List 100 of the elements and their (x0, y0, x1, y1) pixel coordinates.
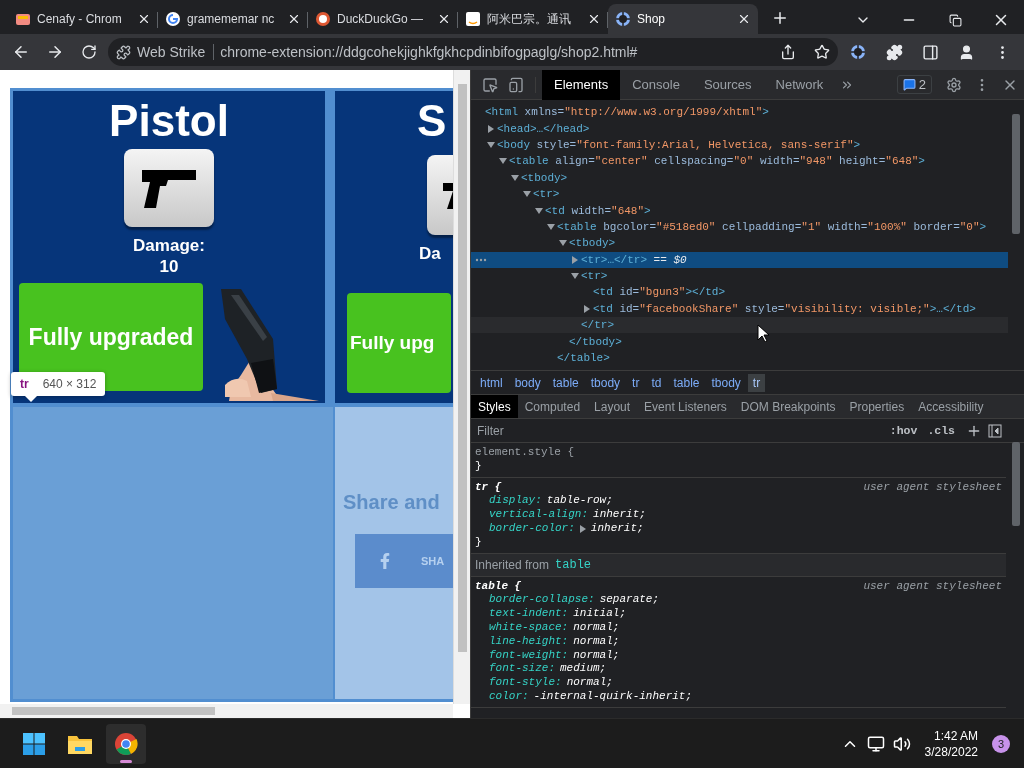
dom-node-code: </tbody> (569, 335, 622, 348)
volume-icon[interactable] (892, 734, 911, 753)
css-value: table-row; (546, 494, 613, 509)
dom-node-row[interactable]: <table align="center" cellspacing="0" width="948" height="648"> (471, 153, 1008, 170)
tab-favicon-icon (465, 11, 481, 27)
devtools-tab[interactable]: Console (620, 70, 692, 100)
inspect-icon[interactable] (482, 76, 498, 93)
expand-arrow-icon[interactable] (535, 206, 543, 215)
breadcrumb[interactable]: table (668, 373, 705, 392)
dom-closing-row[interactable]: </table> (471, 349, 1008, 367)
dom-node-row[interactable]: <td id="bgun3"></td> (471, 284, 1008, 301)
issues-badge[interactable]: 2 (896, 75, 932, 94)
message-icon (902, 78, 916, 91)
sidebar-tab[interactable]: Styles (471, 395, 518, 418)
clock[interactable]: 1:42 AM 3/28/2022 (924, 727, 978, 760)
tab-favicon-icon (615, 11, 631, 27)
breadcrumb[interactable]: td (646, 373, 667, 392)
sidebar-tab[interactable]: Computed (517, 395, 588, 418)
device-toggle-icon[interactable] (508, 76, 524, 93)
dom-node-row[interactable]: <head>…</head> (471, 120, 1008, 137)
vertical-scrollbar[interactable] (453, 70, 470, 704)
dom-node-row[interactable]: <tr> (471, 267, 1008, 285)
devtools-tab[interactable]: Network (763, 70, 836, 100)
sidebar-tab[interactable]: Properties (842, 395, 912, 418)
close-icon[interactable] (437, 12, 451, 26)
dom-node-row[interactable]: <tbody> (471, 169, 1008, 186)
breadcrumb[interactable]: tbody (585, 373, 626, 392)
close-icon[interactable] (737, 12, 751, 26)
css-property: line-height: (489, 634, 569, 649)
browser-tab[interactable]: Shop (608, 4, 758, 34)
share-icon[interactable] (780, 44, 796, 60)
close-icon[interactable] (587, 12, 601, 26)
address-bar[interactable]: Web Strike chrome-extension://ddgcohekjighkfgkhcpdinbifogpaglg/shop2.html# (108, 38, 838, 66)
horizontal-scrollbar[interactable] (0, 704, 453, 718)
forward-icon[interactable] (46, 43, 64, 61)
dom-node-code: <td id="facebookShare" style="visibility: visible;">…</td> (593, 302, 976, 315)
dom-node-row[interactable]: <body style="font-family:Arial, Helvetica, sans-serif"> (471, 136, 1008, 154)
css-property: white-space: (489, 620, 569, 635)
tab-favicon-icon (15, 11, 31, 27)
weapon-tile[interactable] (124, 149, 214, 227)
sidebar-tab[interactable]: Layout (587, 395, 638, 418)
notification-badge[interactable]: 3 (992, 734, 1010, 753)
reload-icon[interactable] (81, 44, 97, 60)
expand-arrow-icon[interactable] (571, 255, 579, 264)
back-icon[interactable] (12, 43, 30, 61)
settings-icon[interactable] (946, 76, 962, 93)
expand-arrow-icon[interactable] (487, 124, 495, 133)
expand-arrow-icon[interactable] (571, 272, 579, 281)
dom-node-row[interactable]: <html xmlns="http://www.w3.org/1999/xhtml"> (471, 104, 1008, 121)
sidebar-tab[interactable]: Event Listeners (637, 395, 734, 418)
sidebar-tab[interactable]: Accessibility (911, 395, 991, 418)
dom-node-row[interactable]: <tbody> (471, 235, 1008, 252)
dom-node-row[interactable]: <td width="648"> (471, 202, 1008, 219)
sidebar-tab[interactable]: DOM Breakpoints (733, 395, 843, 418)
expand-arrow-icon[interactable] (499, 157, 507, 166)
network-icon[interactable] (866, 734, 885, 753)
expand-arrow-icon[interactable] (583, 304, 591, 313)
breadcrumb[interactable]: tr (627, 373, 645, 392)
dom-node-row[interactable]: <tr>…</tr> == $0 (471, 251, 1008, 268)
expand-arrow-icon[interactable] (511, 173, 519, 182)
expand-arrow-icon[interactable] (559, 239, 567, 248)
inherited-link[interactable]: table (555, 557, 592, 572)
side-panel-icon[interactable] (921, 43, 939, 61)
css-property: font-style: (489, 676, 562, 690)
new-tab-icon[interactable] (771, 9, 789, 27)
devtools-tab[interactable]: Sources (691, 70, 764, 100)
extensions-icon[interactable] (885, 43, 903, 61)
dom-node-code: </table> (557, 352, 610, 365)
dom-node-code: <table bgcolor="#518ed0" cellpadding="1" width="100%" border="0"> (557, 220, 987, 233)
taskbar-app[interactable] (106, 723, 146, 764)
dom-node-code: <body style="font-family:Arial, Helvetica, sans-serif"> (497, 138, 861, 151)
dom-node-row[interactable]: <tr> (471, 185, 1008, 203)
browser-tab[interactable]: gramememar nc (158, 4, 308, 34)
expand-arrow-icon[interactable] (547, 222, 555, 231)
breadcrumb[interactable]: body (509, 373, 546, 392)
dom-node-row[interactable]: <td id="facebookShare" style="visibility: visible;">…</td> (471, 300, 1008, 318)
breadcrumb[interactable]: table (547, 373, 584, 392)
expand-arrow-icon[interactable] (523, 190, 531, 199)
browser-tab[interactable]: Cenafy - Chrom (8, 4, 158, 34)
close-icon[interactable] (137, 12, 151, 26)
browser-tab[interactable]: 阿米巴宗。通讯 (458, 4, 608, 34)
filter-toggle[interactable]: .cls (922, 424, 960, 437)
restore-icon[interactable] (948, 13, 962, 27)
browser-tab[interactable]: DuckDuckGo — (308, 4, 458, 34)
expand-arrow-icon[interactable] (579, 524, 586, 533)
filter-toggle[interactable]: :hov (884, 424, 923, 437)
more-icon[interactable] (475, 257, 487, 262)
breadcrumb[interactable]: tbody (706, 373, 746, 392)
breadcrumb[interactable]: tr (747, 373, 766, 392)
dom-closing-row[interactable]: </tr> (471, 317, 1008, 334)
sidebar-toggle-icon[interactable] (988, 423, 1002, 438)
dom-node-row[interactable]: <table bgcolor="#518ed0" cellpadding="1" width="100%" border="0"> (471, 218, 1008, 236)
expand-arrow-icon[interactable] (487, 140, 495, 149)
dom-node-code: <tbody> (521, 171, 568, 184)
devtools-tab[interactable]: Elements (542, 70, 621, 100)
bookmark-star-icon[interactable] (814, 44, 830, 60)
close-icon[interactable] (287, 12, 301, 26)
breadcrumb[interactable]: html (475, 373, 508, 392)
css-property: display: (489, 494, 542, 509)
dom-closing-row[interactable]: </tbody> (471, 333, 1008, 350)
